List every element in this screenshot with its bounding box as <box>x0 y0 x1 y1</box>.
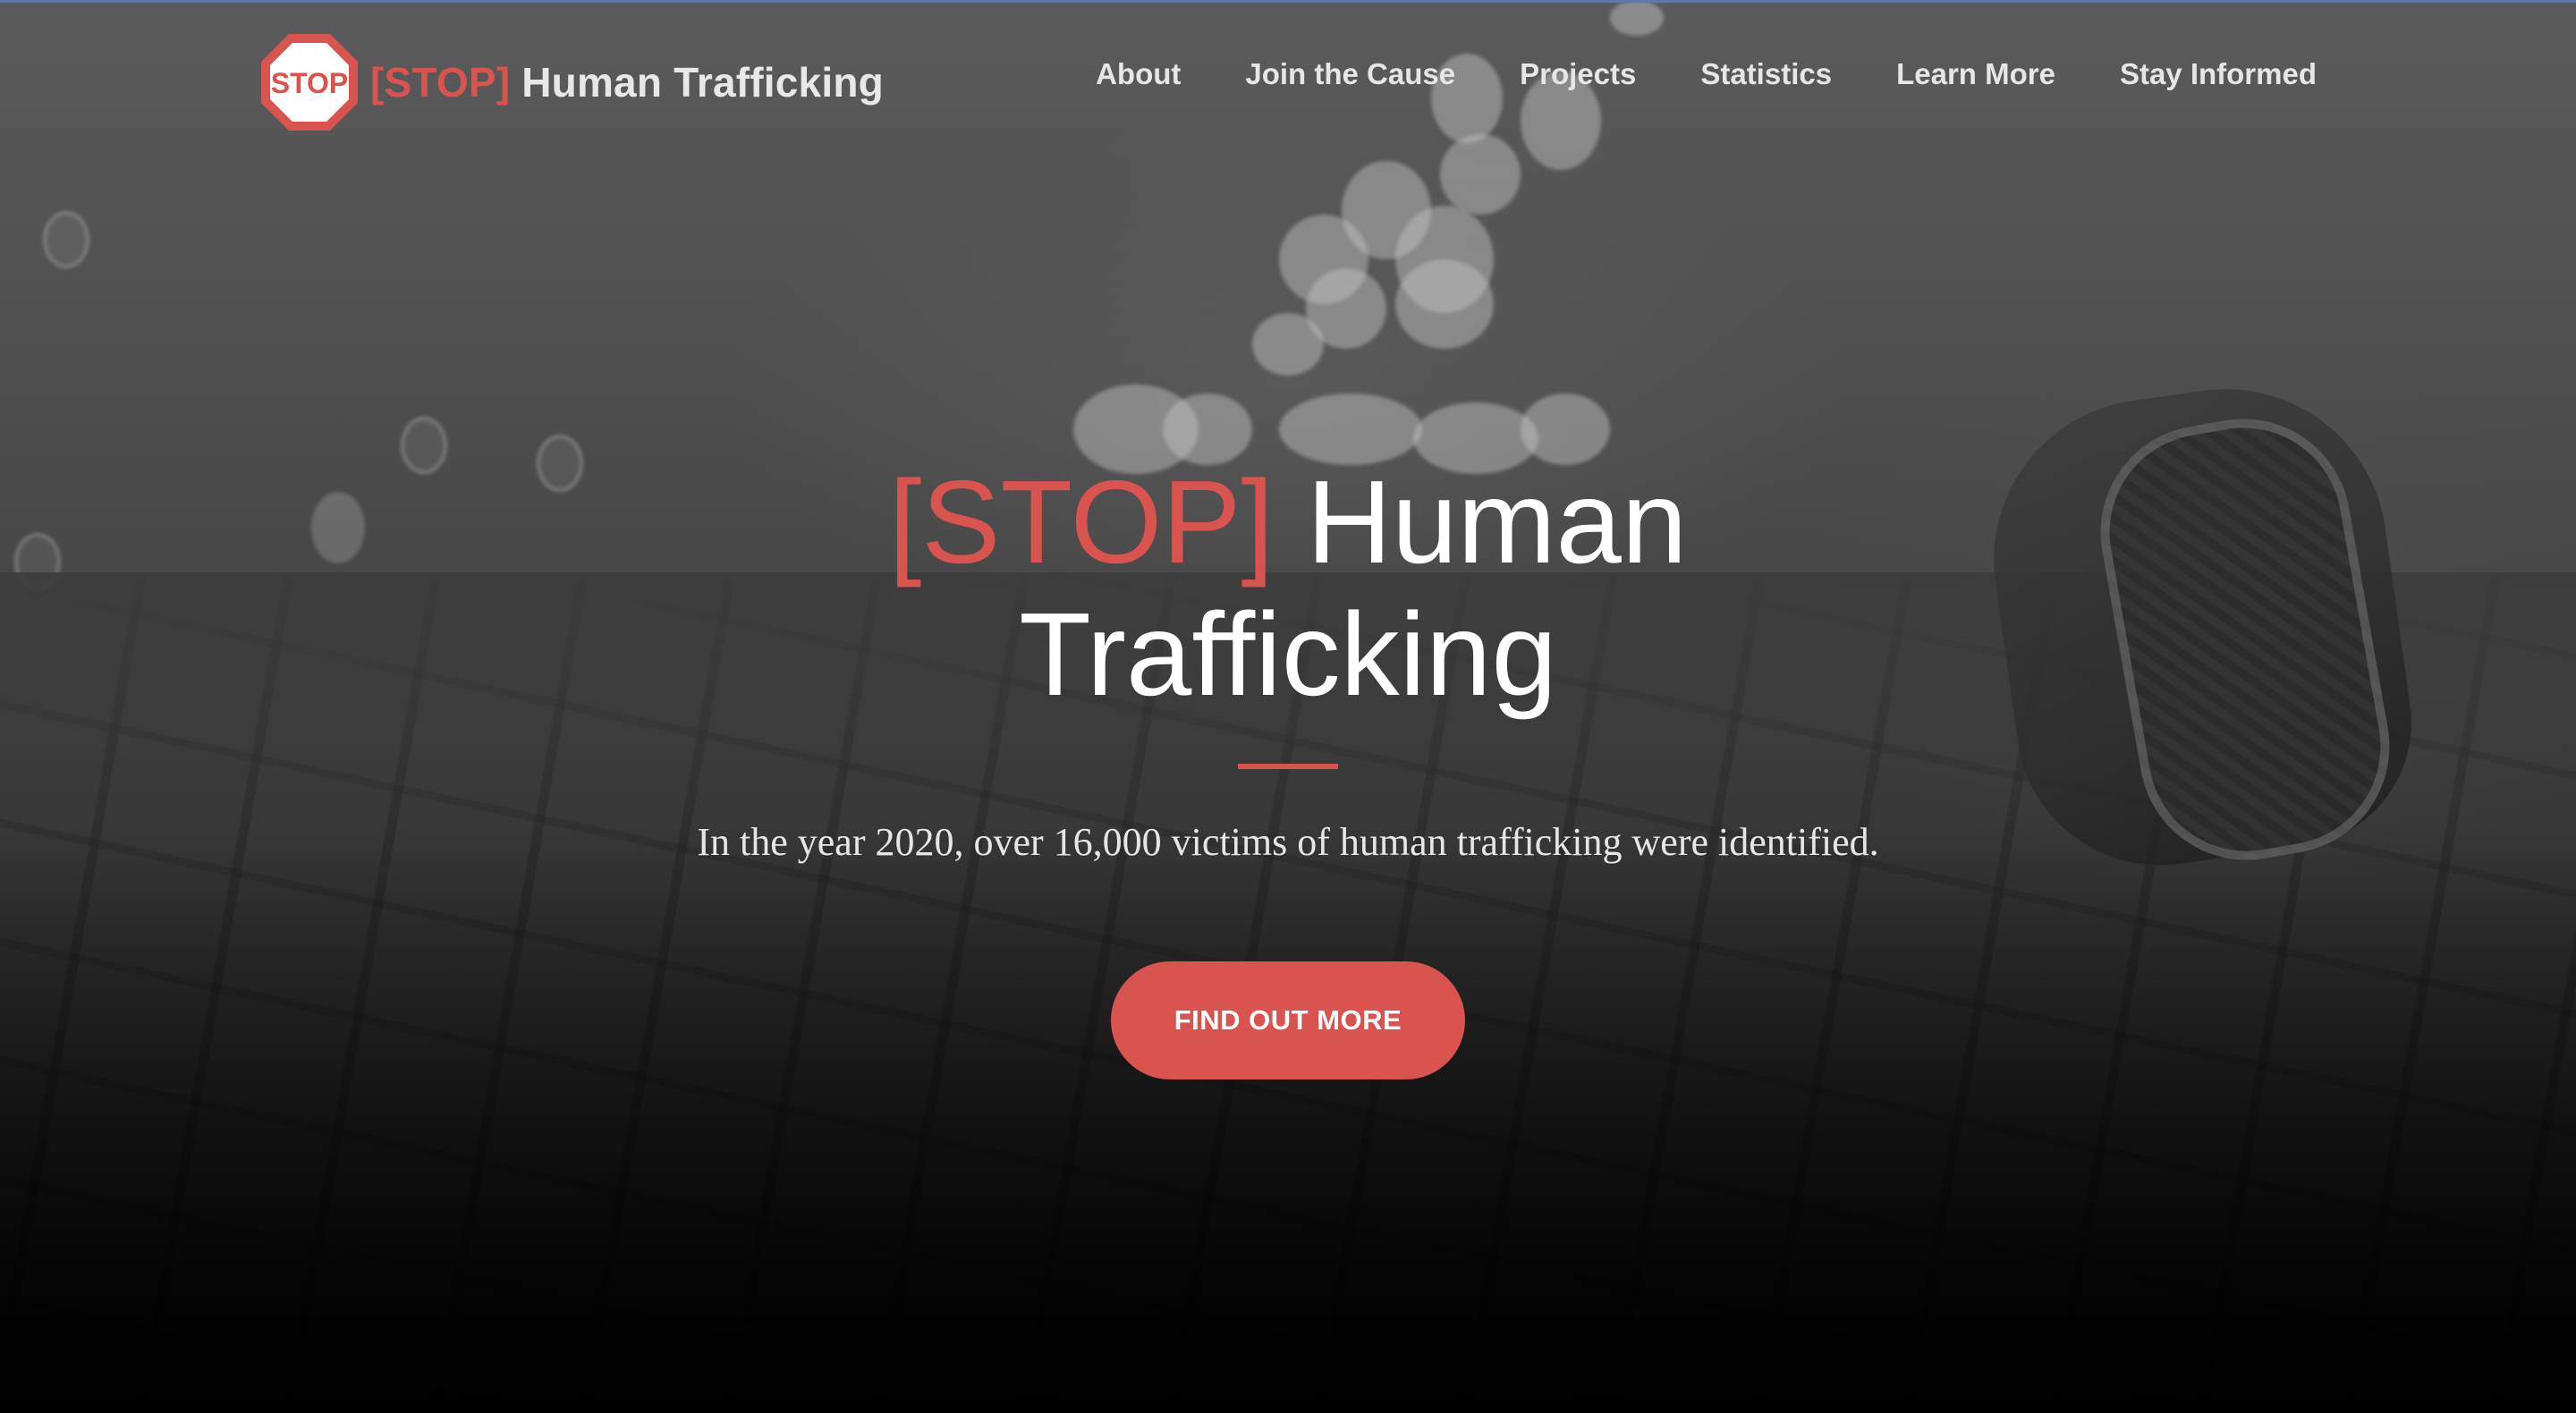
brand-name: [STOP] Human Trafficking <box>370 58 884 106</box>
hero-divider <box>1238 764 1338 769</box>
hero-title-line2: Trafficking <box>1019 588 1557 720</box>
page: STOP [STOP] Human Trafficking About Join… <box>0 0 2576 1413</box>
svg-text:STOP: STOP <box>271 67 349 99</box>
nav-link-about[interactable]: About <box>1096 57 1181 91</box>
nav-link-statistics[interactable]: Statistics <box>1700 57 1832 91</box>
find-out-more-button[interactable]: FIND OUT MORE <box>1111 961 1465 1079</box>
hero-title: [STOP] Human Trafficking <box>796 456 1780 721</box>
hero-title-line1: Human <box>1306 456 1688 588</box>
hero-title-accent: [STOP] <box>888 456 1275 588</box>
nav-link-stay-informed[interactable]: Stay Informed <box>2120 57 2317 91</box>
brand-name-rest: Human Trafficking <box>521 59 884 106</box>
nav-link-join-the-cause[interactable]: Join the Cause <box>1245 57 1455 91</box>
nav-link-projects[interactable]: Projects <box>1520 57 1636 91</box>
navbar: STOP [STOP] Human Trafficking About Join… <box>0 0 2576 161</box>
nav-links: About Join the Cause Projects Statistics… <box>1096 57 2317 91</box>
brand-link[interactable]: STOP [STOP] Human Trafficking <box>259 32 884 132</box>
hero-subtitle: In the year 2020, over 16,000 victims of… <box>697 820 1879 864</box>
stop-sign-icon: STOP <box>261 34 358 131</box>
brand-name-accent: [STOP] <box>370 59 511 106</box>
nav-link-learn-more[interactable]: Learn More <box>1896 57 2055 91</box>
hero-section: [STOP] Human Trafficking In the year 2020… <box>0 456 2576 1079</box>
